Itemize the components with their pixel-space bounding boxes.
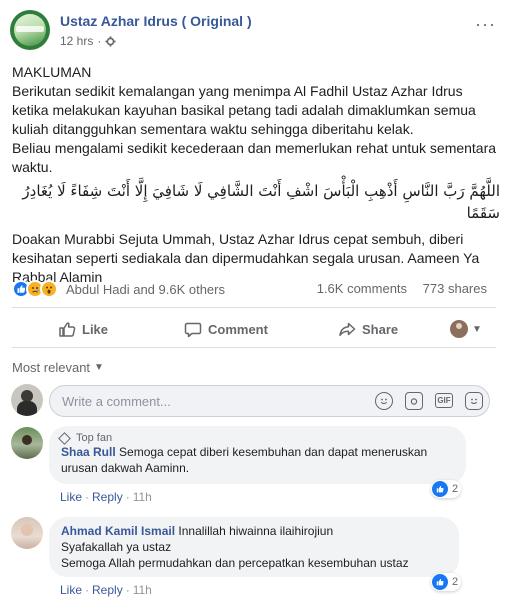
- comment-like-link[interactable]: Like: [60, 490, 82, 504]
- comment-count[interactable]: 1.6K comments: [317, 281, 407, 296]
- post-arabic-prayer: اللَّهُمَّ رَبَّ النَّاسِ أَذْهِبِ الْبَ…: [22, 182, 500, 222]
- comment-reaction-count[interactable]: 2: [431, 480, 462, 498]
- reaction-count: 2: [452, 483, 459, 495]
- comment-content: Ahmad Kamil Ismail Innalillah hiwainna i…: [61, 523, 447, 539]
- comment-reply-link[interactable]: Reply: [92, 490, 123, 504]
- comment-content: Shaa Rull Semoga cepat diberi kesembuhan…: [61, 444, 454, 476]
- like-label: Like: [82, 321, 109, 337]
- post-meta: 12 hrs ·: [60, 34, 116, 48]
- comment-text-line-2: Syafakallah ya ustaz: [61, 540, 172, 554]
- badge-label: Top fan: [76, 432, 113, 444]
- comment-text: Semoga cepat diberi kesembuhan dan dapat…: [61, 445, 428, 475]
- like-icon: [432, 481, 448, 497]
- share-icon: [339, 322, 356, 337]
- comment-label: Comment: [208, 321, 268, 337]
- comment-box: GIF: [49, 385, 490, 417]
- top-fan-badge: Top fan: [58, 431, 454, 445]
- like-button[interactable]: Like: [58, 320, 108, 338]
- comment-reply-link[interactable]: Reply: [92, 583, 123, 597]
- reaction-count: 2: [452, 576, 459, 588]
- commenter-avatar[interactable]: [11, 517, 43, 549]
- thumbs-up-icon: [59, 322, 76, 337]
- write-comment-input[interactable]: [50, 393, 370, 409]
- react-as-selector[interactable]: ▼: [450, 320, 482, 338]
- comment-bubble: Ahmad Kamil Ismail Innalillah hiwainna i…: [49, 517, 459, 577]
- comment-actions: Like · Reply · 11h: [60, 490, 152, 504]
- comment-icon: [184, 322, 202, 338]
- post-timestamp[interactable]: 12 hrs: [60, 34, 93, 48]
- comment-reaction-count[interactable]: 2: [431, 573, 462, 591]
- chevron-down-icon: ▼: [94, 362, 104, 373]
- comment-input-tools: GIF: [375, 392, 483, 410]
- gear-icon[interactable]: [105, 35, 116, 47]
- post-author-link[interactable]: Ustaz Azhar Idrus ( Original ): [60, 13, 252, 29]
- sticker-icon[interactable]: [465, 392, 483, 410]
- chevron-down-icon: ▼: [472, 323, 482, 335]
- viewer-avatar[interactable]: [11, 384, 43, 416]
- reactor-names[interactable]: Abdul Hadi and 9.6K others: [66, 282, 225, 297]
- post-paragraph-2: Beliau mengalami sedikit kecederaan dan …: [12, 140, 497, 175]
- divider: [12, 347, 496, 348]
- comment-actions: Like · Reply · 11h: [60, 583, 152, 597]
- commenter-name[interactable]: Shaa Rull: [61, 445, 116, 459]
- engagement-counts: 1.6K comments 773 shares: [317, 281, 487, 296]
- like-icon: [432, 574, 448, 590]
- divider: [12, 307, 496, 308]
- post-header: Ustaz Azhar Idrus ( Original ) 12 hrs · …: [0, 0, 508, 56]
- gif-icon[interactable]: GIF: [435, 393, 453, 408]
- viewer-avatar: [450, 320, 468, 338]
- wow-icon: [40, 280, 58, 298]
- post-paragraph-3: Doakan Murabbi Sejuta Ummah, Ustaz Azhar…: [12, 231, 480, 285]
- post-text: MAKLUMAN Berikutan sedikit kemalangan ya…: [12, 63, 500, 287]
- post-action-bar: Like Comment Share ▼: [12, 312, 496, 346]
- comment-button[interactable]: Comment: [184, 320, 268, 338]
- diamond-icon: [58, 431, 71, 445]
- share-label: Share: [362, 321, 399, 337]
- post-heading: MAKLUMAN: [12, 64, 92, 80]
- commenter-avatar[interactable]: [11, 427, 43, 459]
- sort-label: Most relevant: [12, 360, 91, 375]
- comment-like-link[interactable]: Like: [60, 583, 82, 597]
- share-count[interactable]: 773 shares: [423, 281, 487, 296]
- more-options-button[interactable]: ···: [475, 14, 496, 35]
- comment-sort-dropdown[interactable]: Most relevant ▼: [12, 360, 104, 375]
- meta-separator: ·: [97, 34, 102, 48]
- comment-text-line-1: Innalillah hiwainna ilaihirojiun: [178, 524, 334, 538]
- comment-time[interactable]: 11h: [133, 490, 152, 504]
- comment-bubble: Top fan Shaa Rull Semoga cepat diberi ke…: [49, 426, 466, 484]
- comment-time[interactable]: 11h: [133, 583, 152, 597]
- post-paragraph-1: Berikutan sedikit kemalangan yang menimp…: [12, 83, 476, 137]
- share-button[interactable]: Share: [338, 320, 398, 338]
- camera-icon[interactable]: [405, 392, 423, 410]
- comment-text-line-3: Semoga Allah permudahkan dan percepatkan…: [61, 556, 409, 570]
- emoji-icon[interactable]: [375, 392, 393, 410]
- reaction-summary[interactable]: Abdul Hadi and 9.6K others: [12, 280, 225, 298]
- page-avatar[interactable]: [10, 10, 50, 50]
- commenter-name[interactable]: Ahmad Kamil Ismail: [61, 524, 175, 538]
